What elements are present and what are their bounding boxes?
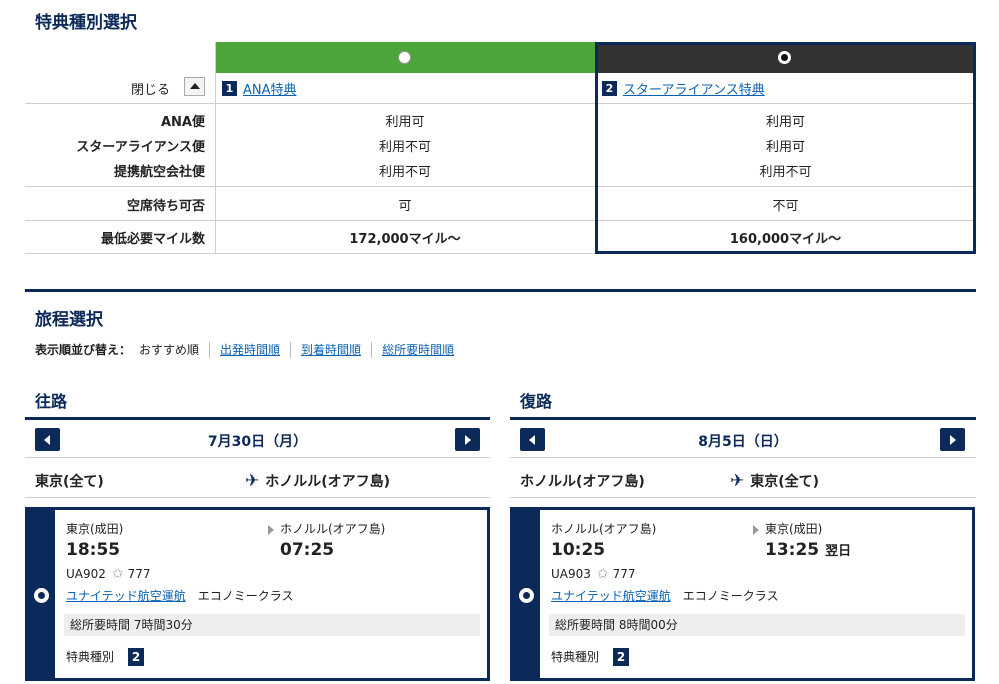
- return-operator-link[interactable]: ユナイテッド航空運航: [551, 589, 671, 603]
- plan-1-star-alliance: 利用不可: [378, 140, 431, 155]
- return-from: ホノルル(オアフ島): [520, 474, 645, 490]
- outbound-dep-time: 18:55: [66, 540, 121, 560]
- return-flight-info: UA903 ✩ 777: [551, 566, 636, 582]
- return-title: 復路: [520, 392, 553, 411]
- return-next-day-icon[interactable]: [940, 428, 965, 451]
- outbound-award-number: 2: [128, 648, 145, 666]
- row-label-partner: 提携航空会社便: [113, 165, 205, 180]
- outbound-title: 往路: [35, 392, 68, 411]
- return-date: 8月5日（日）: [698, 434, 788, 450]
- close-label: 閉じる: [131, 83, 171, 98]
- return-arr-time-wrap: 13:25 翌日: [765, 540, 851, 560]
- outbound-date: 7月30日（月）: [207, 434, 308, 450]
- sort-arrival-time[interactable]: 到着時間順: [301, 341, 361, 358]
- outbound-aircraft: 777: [127, 567, 151, 581]
- plan-1-waitlist: 可: [398, 199, 412, 214]
- itinerary-section-title: 旅程選択: [35, 310, 103, 330]
- star-alliance-icon: ✩: [111, 566, 124, 582]
- plan-1-min-miles: 172,000マイル〜: [349, 232, 461, 247]
- return-date-bar: 8月5日（日）: [510, 422, 976, 458]
- arrow-right-icon: [268, 524, 274, 535]
- return-arr-airport-wrap: 東京(成田): [753, 520, 822, 537]
- return-duration: 総所要時間 8時間00分: [549, 614, 965, 636]
- sort-recommended: おすすめ順: [139, 343, 200, 357]
- outbound-next-day-icon[interactable]: [455, 428, 480, 451]
- outbound-operator-link[interactable]: ユナイテッド航空運航: [66, 589, 186, 603]
- return-aircraft: 777: [612, 567, 636, 581]
- sort-label: 表示順並び替え：: [35, 343, 132, 357]
- return-arr-airport: 東京(成田): [765, 522, 823, 536]
- outbound-flight-info: UA902 ✩ 777: [66, 566, 151, 582]
- plan-1-header[interactable]: [215, 42, 595, 73]
- plan-1-link[interactable]: ANA特典: [243, 79, 297, 98]
- return-to: 東京(全て): [750, 474, 820, 490]
- outbound-operator-row: ユナイテッド航空運航 エコノミークラス: [66, 587, 294, 604]
- sort-total-duration[interactable]: 総所要時間順: [382, 341, 454, 358]
- return-dep-time: 10:25: [551, 540, 606, 560]
- star-alliance-icon: ✩: [596, 566, 609, 582]
- return-award-row: 特典種別 2: [551, 648, 630, 666]
- award-table: 閉じる 1 ANA特典 2 スターアライアンス特典 ANA便 スターアライアンス…: [25, 42, 976, 254]
- return-to-wrap: ✈ 東京(全て): [730, 471, 819, 491]
- return-flight-number: UA903: [551, 567, 591, 581]
- outbound-arr-airport-wrap: ホノルル(オアフ島): [268, 520, 385, 537]
- row-label-ana: ANA便: [160, 115, 205, 130]
- outbound-flight-number: UA902: [66, 567, 106, 581]
- return-cabin: エコノミークラス: [682, 589, 779, 603]
- plan-1-partner: 利用不可: [378, 165, 431, 180]
- outbound-flight-radio[interactable]: [34, 588, 49, 603]
- return-next-day-note: 翌日: [825, 544, 852, 559]
- row-label-min-miles: 最低必要マイル数: [100, 232, 205, 247]
- plan-1-ana: 利用可: [385, 115, 425, 130]
- outbound-cabin: エコノミークラス: [197, 589, 294, 603]
- plan-1-number: 1: [222, 81, 237, 96]
- outbound-dep-airport: 東京(成田): [66, 522, 124, 536]
- sort-bar: 表示順並び替え： おすすめ順 出発時間順 到着時間順 総所要時間順: [35, 341, 454, 358]
- outbound-from: 東京(全て): [35, 474, 104, 490]
- collapse-up-icon[interactable]: [184, 77, 205, 96]
- outbound-award-label: 特典種別: [66, 650, 115, 664]
- award-section-title: 特典種別選択: [35, 13, 137, 33]
- sort-departure-time[interactable]: 出発時間順: [220, 341, 280, 358]
- plane-icon: ✈: [245, 471, 260, 491]
- return-flight-radio[interactable]: [519, 588, 534, 603]
- outbound-date-bar: 7月30日（月）: [25, 422, 490, 458]
- plan-1-radio[interactable]: [398, 51, 411, 64]
- section-divider: [25, 289, 976, 292]
- outbound-flight-card[interactable]: 東京(成田) ホノルル(オアフ島) 18:55 07:25 UA902 ✩ 777 …: [25, 507, 490, 681]
- return-award-number: 2: [613, 648, 630, 666]
- outbound-to: ホノルル(オアフ島): [265, 474, 391, 490]
- return-dep-airport: ホノルル(オアフ島): [551, 522, 657, 536]
- outbound-to-wrap: ✈ ホノルル(オアフ島): [245, 471, 390, 491]
- plan-2-selected-frame: [595, 42, 976, 254]
- plan-1-label: 1 ANA特典: [222, 79, 297, 98]
- row-label-star-alliance: スターアライアンス便: [76, 140, 205, 155]
- arrow-right-icon: [753, 524, 759, 535]
- outbound-award-row: 特典種別 2: [66, 648, 145, 666]
- outbound-arr-time: 07:25: [280, 540, 335, 560]
- outbound-arr-airport: ホノルル(オアフ島): [280, 522, 386, 536]
- return-operator-row: ユナイテッド航空運航 エコノミークラス: [551, 587, 779, 604]
- return-award-label: 特典種別: [551, 650, 600, 664]
- row-label-waitlist: 空席待ち可否: [126, 199, 205, 214]
- plane-icon: ✈: [730, 471, 745, 491]
- outbound-duration: 総所要時間 7時間30分: [64, 614, 480, 636]
- return-flight-card[interactable]: ホノルル(オアフ島) 東京(成田) 10:25 13:25 翌日 UA903 ✩ 77…: [510, 507, 975, 681]
- return-arr-time: 13:25: [765, 540, 820, 560]
